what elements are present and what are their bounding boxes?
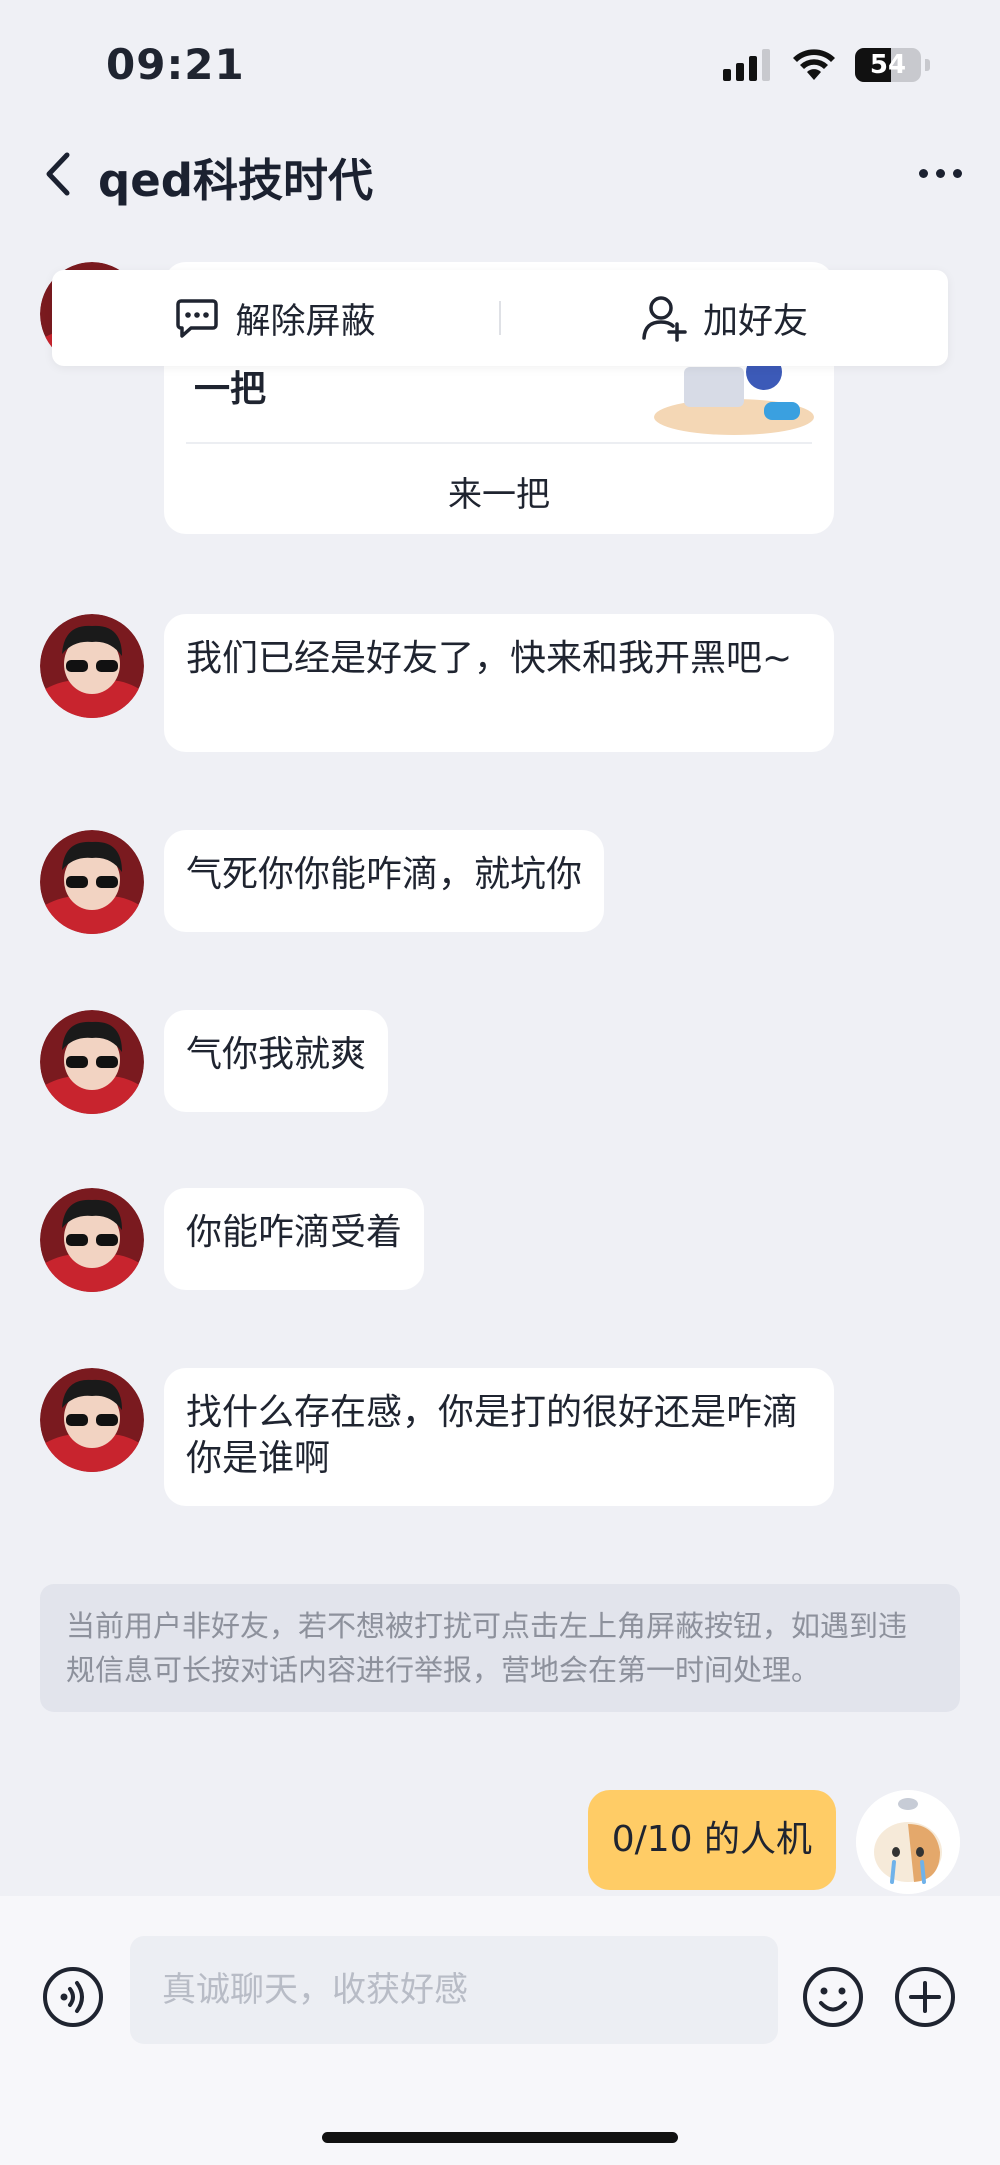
stranger-action-bar: 解除屏蔽 加好友 <box>52 270 948 366</box>
message-bubble[interactable]: 气死你你能咋滴，就坑你 <box>164 830 605 932</box>
my-avatar[interactable] <box>856 1790 960 1894</box>
chat-screen: 09:21 54 qed科技时代 一把 来一把 解除屏蔽 加好友 我们已经是好友… <box>0 0 1000 2165</box>
avatar[interactable] <box>40 614 144 718</box>
status-time: 09:21 <box>106 40 245 89</box>
unblock-label: 解除屏蔽 <box>235 301 376 342</box>
user-plus-icon <box>642 296 687 342</box>
my-message-bubble[interactable]: 0/10 的人机 <box>587 1790 836 1890</box>
add-friend-label: 加好友 <box>702 301 808 342</box>
page-title: qed科技时代 <box>98 154 373 207</box>
back-button[interactable] <box>30 146 86 202</box>
avatar[interactable] <box>40 1010 144 1114</box>
message-bubble[interactable]: 我们已经是好友了，快来和我开黑吧~ <box>164 614 834 752</box>
avatar-image <box>40 1368 144 1472</box>
system-notice: 当前用户非好友，若不想被打扰可点击左上角屏蔽按钮，如遇到违规信息可长按对话内容进… <box>40 1584 960 1712</box>
input-bar <box>0 1896 1000 2165</box>
voice-icon <box>43 1967 103 2027</box>
my-avatar-image <box>856 1790 960 1894</box>
avatar-image <box>40 830 144 934</box>
avatar[interactable] <box>40 1368 144 1472</box>
battery-percent: 54 <box>869 50 907 80</box>
message-dots-icon <box>176 299 219 338</box>
navbar: qed科技时代 <box>0 128 1000 218</box>
avatar-image <box>40 1010 144 1114</box>
avatar[interactable] <box>40 1188 144 1292</box>
battery-nub <box>925 59 930 71</box>
more-dots-icon <box>918 168 962 178</box>
plus-icon <box>895 1967 955 2027</box>
emoji-button[interactable] <box>802 1966 864 2028</box>
invite-action-button[interactable]: 来一把 <box>164 467 834 516</box>
avatar-image <box>40 1188 144 1292</box>
plus-button[interactable] <box>894 1966 956 2028</box>
unblock-button[interactable]: 解除屏蔽 <box>52 293 499 344</box>
message-input[interactable] <box>130 1936 778 2044</box>
avatar-image <box>40 614 144 718</box>
status-icons: 54 <box>723 48 930 82</box>
message-bubble[interactable]: 找什么存在感，你是打的很好还是咋滴你是谁啊 <box>164 1368 834 1506</box>
wifi-icon <box>793 49 835 80</box>
home-indicator[interactable] <box>322 2132 678 2143</box>
invite-text: 一把 <box>194 369 267 410</box>
signal-icon <box>723 49 770 81</box>
divider <box>186 442 812 444</box>
message-bubble[interactable]: 气你我就爽 <box>164 1010 389 1112</box>
more-button[interactable] <box>908 148 972 198</box>
add-friend-button[interactable]: 加好友 <box>501 293 948 344</box>
avatar[interactable] <box>40 830 144 934</box>
emoji-icon <box>803 1967 863 2027</box>
battery-icon: 54 <box>855 48 921 82</box>
chevron-left-icon <box>46 152 70 196</box>
voice-button[interactable] <box>42 1966 104 2028</box>
message-bubble[interactable]: 你能咋滴受着 <box>164 1188 425 1290</box>
